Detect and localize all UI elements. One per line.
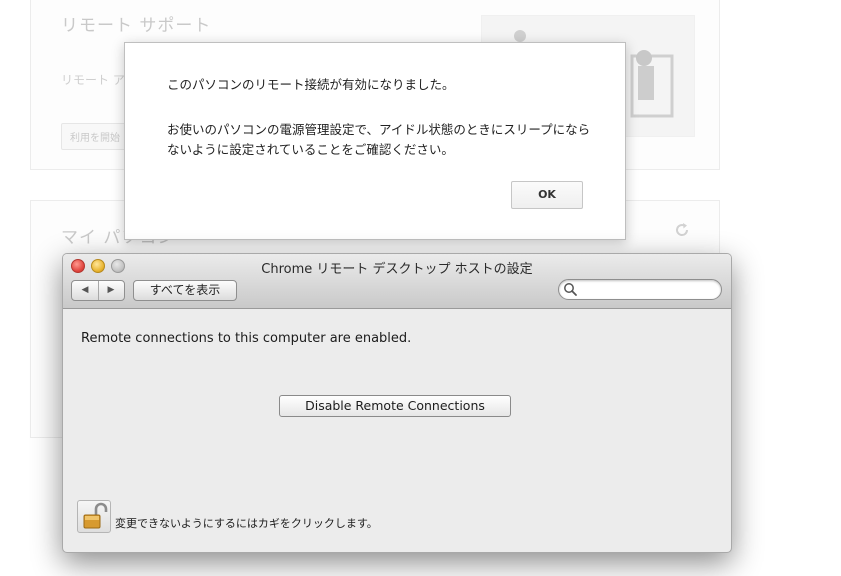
search-input[interactable] <box>581 281 711 297</box>
show-all-button[interactable]: すべてを表示 <box>133 280 237 301</box>
remote-support-title: リモート サポート <box>61 16 212 36</box>
remote-support-description: リモート ア <box>61 73 125 87</box>
forward-button[interactable]: ▶ <box>98 281 124 300</box>
refresh-icon[interactable] <box>673 221 691 239</box>
start-using-button[interactable]: 利用を開始 <box>61 123 129 150</box>
window-titlebar[interactable]: Chrome リモート デスクトップ ホストの設定 ◀ ▶ すべてを表示 <box>63 254 731 309</box>
search-field[interactable] <box>558 279 722 300</box>
disable-remote-connections-button[interactable]: Disable Remote Connections <box>279 395 511 417</box>
alert-message-sleep-warning: お使いのパソコンの電源管理設定で、アイドル状態のときにスリープにならないように設… <box>167 122 591 157</box>
window-title: Chrome リモート デスクトップ ホストの設定 <box>261 262 533 277</box>
host-settings-window: Chrome リモート デスクトップ ホストの設定 ◀ ▶ すべてを表示 Rem… <box>62 253 732 553</box>
back-button[interactable]: ◀ <box>72 281 99 300</box>
search-icon <box>563 282 578 297</box>
back-forward-buttons: ◀ ▶ <box>71 280 125 301</box>
remote-enabled-alert-dialog: このパソコンのリモート接続が有効になりました。 お使いのパソコンの電源管理設定で… <box>124 42 626 240</box>
alert-message-enabled: このパソコンのリモート接続が有効になりました。 <box>167 77 455 92</box>
lock-instruction-text: 変更できないようにするにはカギをクリックします。 <box>115 517 378 530</box>
padlock-open-icon[interactable] <box>77 500 111 533</box>
remote-status-message: Remote connections to this computer are … <box>81 331 412 346</box>
ok-button[interactable]: OK <box>511 181 583 209</box>
